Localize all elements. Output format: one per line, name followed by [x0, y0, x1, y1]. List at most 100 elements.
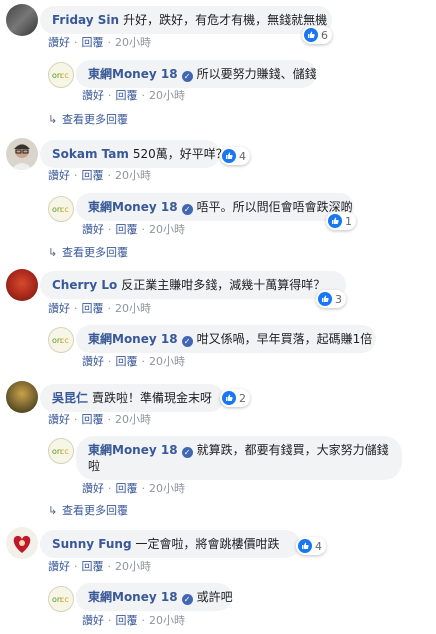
avatar-sunny-fung[interactable] — [6, 527, 38, 559]
reply-text: 所以要努力賺錢、儲錢 — [196, 67, 317, 81]
reply-link[interactable]: 回覆 — [82, 302, 104, 315]
timestamp[interactable]: 20小時 — [149, 482, 185, 495]
timestamp[interactable]: 20小時 — [149, 614, 185, 627]
comment-bubble: Sokam Tam 520萬，好平咩？ — [40, 140, 228, 168]
verified-badge-icon: ✓ — [181, 447, 193, 458]
avatar-ng-kwan-yan[interactable] — [6, 381, 38, 413]
reaction-count[interactable]: 6 — [302, 26, 332, 44]
avatar-friday-sin[interactable] — [6, 4, 38, 36]
separator: · — [141, 482, 146, 495]
timestamp[interactable]: 20小時 — [149, 89, 185, 102]
like-link[interactable]: 讚好 — [48, 169, 70, 182]
like-link[interactable]: 讚好 — [82, 355, 104, 368]
commenter-name[interactable]: Sunny Fung — [52, 537, 132, 551]
reaction-number: 3 — [335, 292, 342, 306]
separator: · — [108, 223, 112, 236]
separator: · — [141, 355, 146, 368]
reply-actions: 讚好 · 回覆 · 20小時 — [82, 612, 185, 628]
like-link[interactable]: 讚好 — [82, 223, 104, 236]
svg-text:cc: cc — [60, 205, 69, 214]
comment-bubble: Friday Sin 升好，跌好，有危才有機，無錢就無機 — [40, 6, 332, 34]
page-name[interactable]: 東網Money 18 — [88, 443, 178, 457]
svg-text:cc: cc — [60, 595, 69, 604]
thumbs-up-icon — [222, 149, 236, 163]
comment-actions: 讚好 · 回覆 · 20小時 — [48, 167, 151, 183]
avatar-on-cc-money18[interactable]: on cc — [48, 196, 74, 222]
reply-link[interactable]: 回覆 — [82, 560, 104, 573]
avatar-on-cc-money18[interactable]: on cc — [48, 438, 74, 464]
reply-arrow-icon: ↳ — [48, 504, 58, 517]
reply-arrow-icon: ↳ — [48, 246, 58, 259]
comment-text: 反正業主賺咁多錢，減幾十萬算得咩？ — [121, 278, 326, 292]
reaction-count[interactable]: 1 — [326, 212, 356, 230]
reply-link[interactable]: 回覆 — [82, 36, 104, 49]
comment-actions: 讚好 · 回覆 · 20小時 — [48, 411, 151, 427]
comment-bubble: Cherry Lo 反正業主賺咁多錢，減幾十萬算得咩？ — [40, 271, 346, 299]
timestamp[interactable]: 20小時 — [115, 302, 151, 315]
separator: · — [107, 169, 112, 182]
separator: · — [108, 482, 112, 495]
reply-link[interactable]: 回覆 — [116, 89, 138, 102]
view-more-label: 查看更多回覆 — [62, 504, 128, 517]
reply-link[interactable]: 回覆 — [116, 482, 138, 495]
reaction-count[interactable]: 3 — [316, 290, 346, 308]
separator: · — [108, 355, 112, 368]
avatar-on-cc-money18[interactable]: on cc — [48, 586, 74, 612]
comment-actions: 讚好 · 回覆 · 20小時 — [48, 558, 151, 574]
comment-text: 升好，跌好，有危才有機，無錢就無機 — [123, 13, 328, 27]
separator: · — [141, 614, 146, 627]
like-link[interactable]: 讚好 — [82, 482, 104, 495]
page-name[interactable]: 東網Money 18 — [88, 200, 178, 214]
page-name[interactable]: 東網Money 18 — [88, 67, 178, 81]
reply-link[interactable]: 回覆 — [116, 614, 138, 627]
avatar-sokam-tam[interactable] — [6, 138, 38, 170]
page-name[interactable]: 東網Money 18 — [88, 590, 178, 604]
reply-arrow-icon: ↳ — [48, 113, 58, 126]
reply-bubble: 東網Money 18 ✓ 所以要努力賺錢、儲錢 — [76, 60, 317, 88]
commenter-name[interactable]: 吳昆仁 — [52, 391, 88, 405]
timestamp[interactable]: 20小時 — [149, 355, 185, 368]
separator: · — [108, 614, 112, 627]
reply-bubble: 東網Money 18 ✓ 或許吧 — [76, 583, 233, 611]
thumbs-up-icon — [222, 391, 236, 405]
reply-link[interactable]: 回覆 — [116, 223, 138, 236]
reaction-count[interactable]: 2 — [220, 389, 250, 407]
view-more-replies[interactable]: ↳ 查看更多回覆 — [48, 111, 128, 127]
reply-bubble: 東網Money 18 ✓ 唔平。所以問佢會唔會跌深啲 — [76, 193, 354, 221]
reaction-count[interactable]: 4 — [220, 147, 250, 165]
timestamp[interactable]: 20小時 — [115, 413, 151, 426]
like-link[interactable]: 讚好 — [82, 89, 104, 102]
reply-bubble: 東網Money 18 ✓ 就算跌，都要有錢買，大家努力儲錢啦 — [76, 436, 402, 480]
thumbs-up-icon — [304, 28, 318, 42]
timestamp[interactable]: 20小時 — [115, 169, 151, 182]
like-link[interactable]: 讚好 — [48, 413, 70, 426]
separator: · — [107, 560, 112, 573]
verified-badge-icon: ✓ — [181, 71, 193, 82]
view-more-replies[interactable]: ↳ 查看更多回覆 — [48, 502, 128, 518]
reply-link[interactable]: 回覆 — [82, 169, 104, 182]
reply-link[interactable]: 回覆 — [82, 413, 104, 426]
view-more-replies[interactable]: ↳ 查看更多回覆 — [48, 244, 128, 260]
commenter-name[interactable]: Friday Sin — [52, 13, 119, 27]
separator: · — [141, 223, 146, 236]
svg-text:cc: cc — [60, 336, 69, 345]
timestamp[interactable]: 20小時 — [149, 223, 185, 236]
commenter-name[interactable]: Sokam Tam — [52, 147, 129, 161]
like-link[interactable]: 讚好 — [48, 302, 70, 315]
timestamp[interactable]: 20小時 — [115, 36, 151, 49]
like-link[interactable]: 讚好 — [82, 614, 104, 627]
like-link[interactable]: 讚好 — [48, 36, 70, 49]
reply-actions: 讚好 · 回覆 · 20小時 — [82, 353, 185, 369]
verified-badge-icon: ✓ — [181, 336, 193, 347]
reply-link[interactable]: 回覆 — [116, 355, 138, 368]
avatar-on-cc-money18[interactable]: on cc — [48, 327, 74, 353]
avatar-on-cc-money18[interactable]: on cc — [48, 62, 74, 88]
page-name[interactable]: 東網Money 18 — [88, 332, 178, 346]
like-link[interactable]: 讚好 — [48, 560, 70, 573]
reaction-count[interactable]: 4 — [296, 537, 326, 555]
timestamp[interactable]: 20小時 — [115, 560, 151, 573]
thumbs-up-icon — [318, 292, 332, 306]
commenter-name[interactable]: Cherry Lo — [52, 278, 117, 292]
comment-bubble: Sunny Fung 一定會啦，將會跳樓價咁跌 — [40, 530, 300, 558]
avatar-cherry-lo[interactable] — [6, 269, 38, 301]
